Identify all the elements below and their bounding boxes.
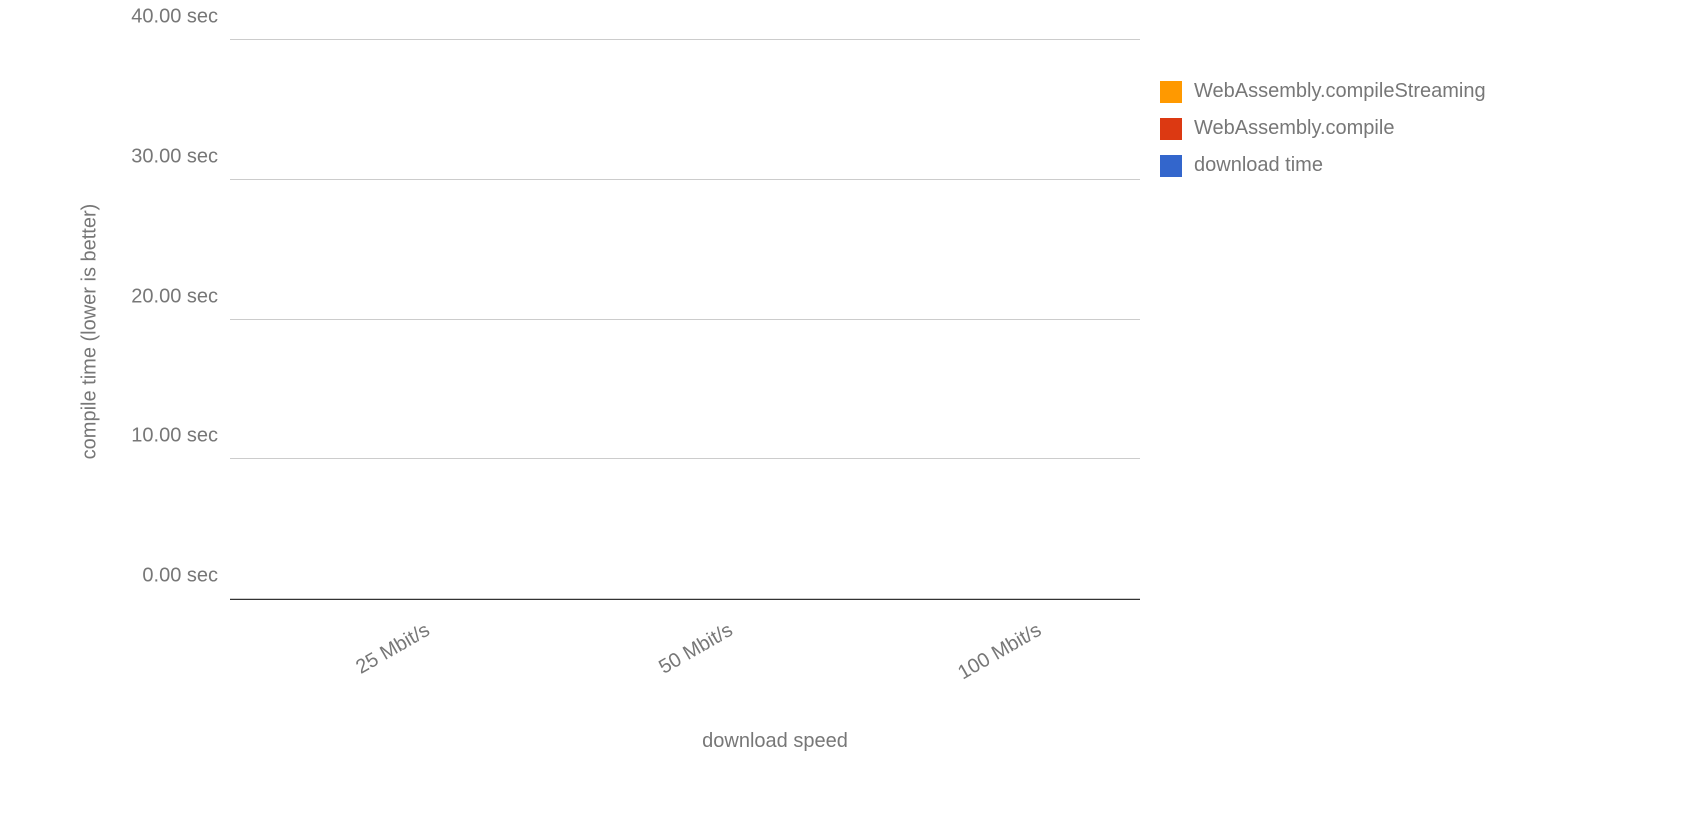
legend-swatch-icon [1160,118,1182,140]
legend: WebAssembly.compileStreaming WebAssembly… [1160,80,1486,177]
legend-item: WebAssembly.compileStreaming [1160,80,1486,103]
x-tick-label: 50 Mbit/s [655,619,737,679]
plot-area: 0.00 sec 10.00 sec 20.00 sec 30.00 sec 4… [230,40,1140,600]
x-tick-label: 100 Mbit/s [955,619,1046,685]
x-tick-label: 25 Mbit/s [352,619,434,679]
legend-label: WebAssembly.compileStreaming [1194,80,1486,103]
y-tick-label: 40.00 sec [131,6,218,29]
x-axis-label: download speed [702,730,848,753]
y-tick-label: 30.00 sec [131,145,218,168]
y-tick-label: 0.00 sec [142,565,218,588]
legend-label: WebAssembly.compile [1194,117,1394,140]
y-tick-label: 20.00 sec [131,285,218,308]
legend-label: download time [1194,154,1323,177]
legend-item: download time [1160,154,1486,177]
y-tick-label: 10.00 sec [131,425,218,448]
bar-groups: 25 Mbit/s 50 Mbit/s [230,40,1140,599]
chart-container: compile time (lower is better) 0.00 sec … [100,20,1450,720]
legend-swatch-icon [1160,155,1182,177]
legend-item: WebAssembly.compile [1160,117,1486,140]
legend-swatch-icon [1160,81,1182,103]
y-axis-label: compile time (lower is better) [79,204,102,460]
